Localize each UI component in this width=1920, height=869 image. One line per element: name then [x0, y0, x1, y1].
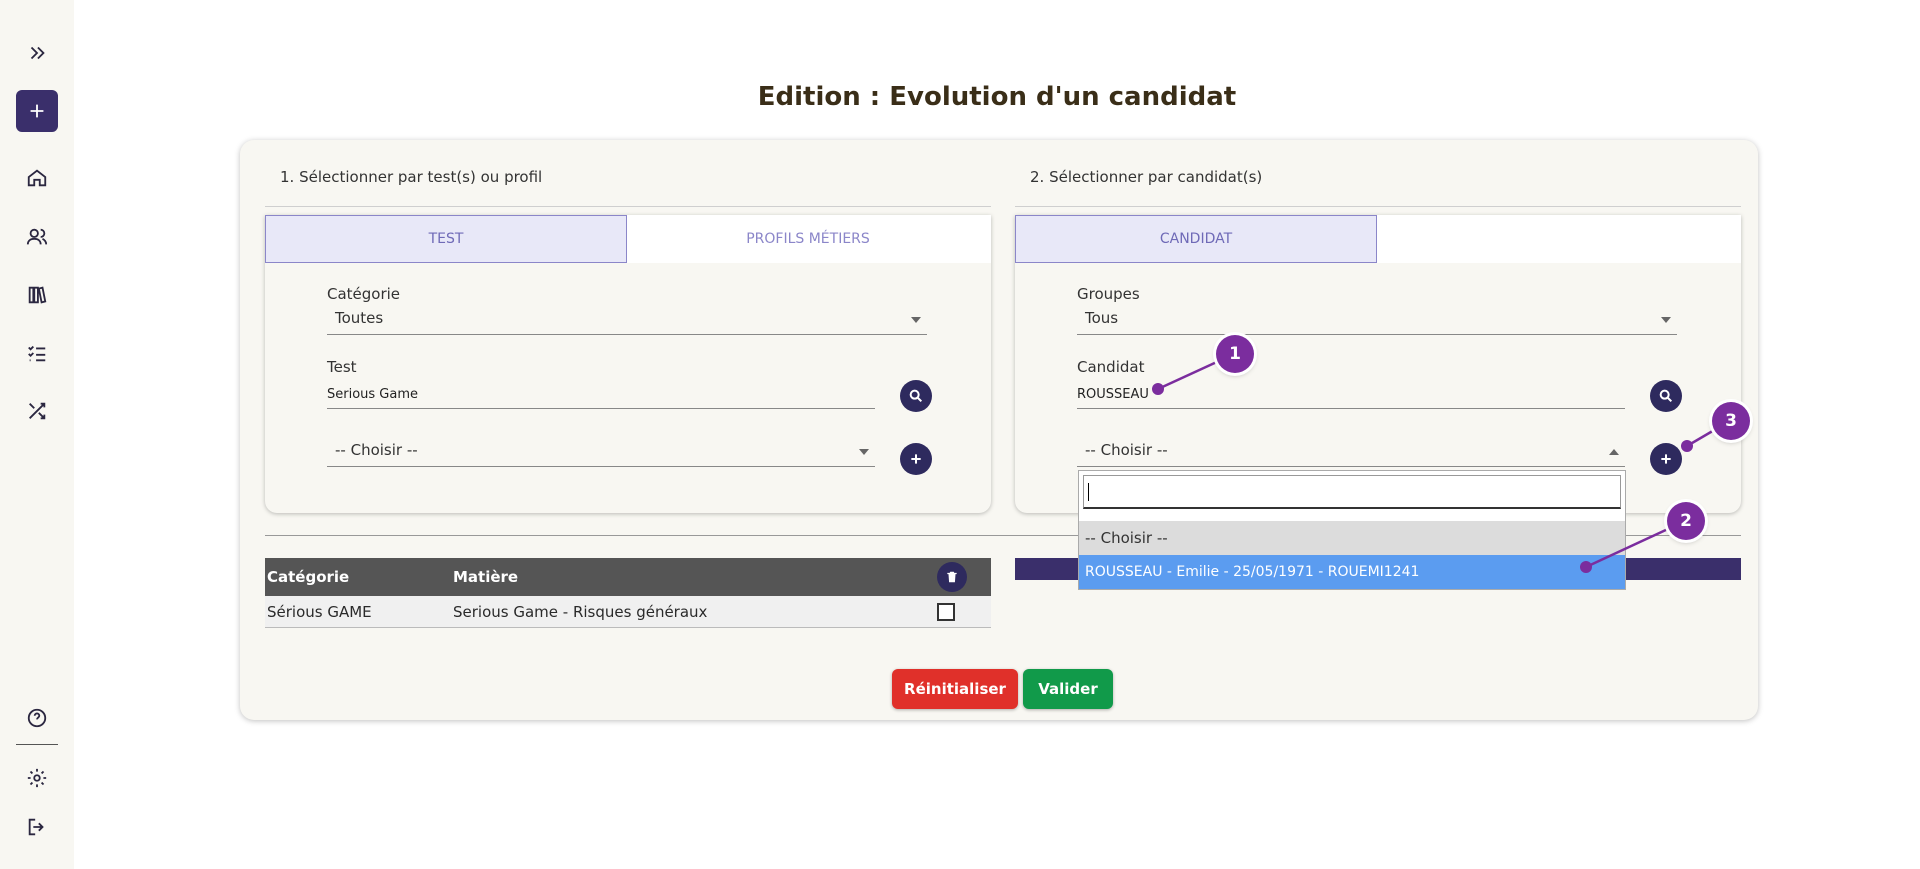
test-input[interactable]: Serious Game — [327, 381, 875, 409]
candidate-label: Candidat — [1077, 358, 1145, 376]
table-row: Sérious GAME Serious Game - Risques géné… — [265, 596, 991, 628]
page-title: Edition : Evolution d'un candidat — [757, 82, 1237, 112]
plus-icon — [911, 454, 921, 464]
candidate-input[interactable]: ROUSSEAU — [1077, 381, 1625, 409]
test-label: Test — [327, 358, 357, 376]
row-subject: Serious Game - Risques généraux — [453, 602, 708, 621]
shuffle-icon[interactable] — [16, 390, 58, 432]
candidate-choose-select[interactable]: -- Choisir -- — [1077, 441, 1625, 467]
caret-down-icon — [911, 317, 921, 323]
delete-button[interactable] — [937, 562, 967, 592]
section-label-test: 1. Sélectionner par test(s) ou profil — [280, 168, 543, 186]
caret-down-icon — [1661, 317, 1671, 323]
annotation-marker-2: 2 — [1667, 502, 1705, 540]
test-choose-select[interactable]: -- Choisir -- — [327, 441, 875, 467]
plus-icon — [1661, 454, 1671, 464]
category-value: Toutes — [335, 309, 384, 327]
reset-button[interactable]: Réinitialiser — [892, 669, 1018, 709]
annotation-marker-3: 3 — [1712, 402, 1750, 440]
groups-value: Tous — [1085, 309, 1119, 327]
groups-select[interactable]: Tous — [1077, 309, 1677, 335]
candidate-dropdown: -- Choisir -- ROUSSEAU - Emilie - 25/05/… — [1078, 470, 1626, 590]
search-icon — [1659, 389, 1673, 403]
checklist-icon[interactable] — [16, 332, 58, 374]
main-card: 1. Sélectionner par test(s) ou profil 2.… — [240, 140, 1758, 720]
home-icon[interactable] — [16, 157, 58, 199]
tab-test[interactable]: TEST — [265, 215, 627, 263]
trash-icon — [947, 571, 957, 583]
test-search-button[interactable] — [900, 380, 932, 412]
selection-table: Catégorie Matière Sérious GAME Serious G… — [265, 558, 991, 628]
column-header-category: Catégorie — [267, 568, 350, 586]
test-choose-value: -- Choisir -- — [335, 441, 418, 459]
section-label-candidate: 2. Sélectionner par candidat(s) — [1030, 168, 1263, 186]
groups-label: Groupes — [1077, 285, 1140, 303]
logout-icon[interactable] — [16, 806, 58, 848]
users-icon[interactable] — [16, 216, 58, 258]
column-header-subject: Matière — [453, 568, 519, 586]
dropdown-option-placeholder[interactable]: -- Choisir -- — [1079, 521, 1625, 555]
caret-up-icon — [1609, 449, 1619, 455]
candidate-tabs: CANDIDAT — [1015, 215, 1741, 263]
candidate-choose-value: -- Choisir -- — [1085, 441, 1168, 459]
plus-icon[interactable] — [16, 90, 58, 132]
search-icon — [909, 389, 923, 403]
validate-button[interactable]: Valider — [1023, 669, 1113, 709]
dropdown-option-rousseau[interactable]: ROUSSEAU - Emilie - 25/05/1971 - ROUEMI1… — [1079, 555, 1625, 589]
text-cursor — [1088, 483, 1089, 501]
sidebar — [0, 0, 74, 869]
library-icon[interactable] — [16, 274, 58, 316]
tab-candidat[interactable]: CANDIDAT — [1015, 215, 1377, 263]
caret-down-icon — [859, 449, 869, 455]
table-header: Catégorie Matière — [265, 558, 991, 596]
category-select[interactable]: Toutes — [327, 309, 927, 335]
add-test-button[interactable] — [900, 443, 932, 475]
test-tabs: TEST PROFILS MÉTIERS — [265, 215, 991, 263]
category-label: Catégorie — [327, 285, 401, 303]
candidate-search-button[interactable] — [1650, 380, 1682, 412]
tab-profils-metiers[interactable]: PROFILS MÉTIERS — [627, 215, 989, 263]
divider — [265, 206, 991, 207]
test-panel: TEST PROFILS MÉTIERS Catégorie Toutes Te… — [265, 215, 991, 513]
double-chevron-right-icon[interactable] — [16, 32, 58, 74]
row-checkbox[interactable] — [937, 603, 955, 621]
gear-icon[interactable] — [16, 757, 58, 799]
divider — [1015, 206, 1741, 207]
add-candidate-button[interactable] — [1650, 443, 1682, 475]
annotation-marker-1: 1 — [1216, 335, 1254, 373]
candidate-panel: CANDIDAT Groupes Tous Candidat ROUSSEAU … — [1015, 215, 1741, 513]
sidebar-divider — [16, 744, 58, 745]
help-icon[interactable] — [16, 697, 58, 739]
row-category: Sérious GAME — [267, 602, 372, 621]
dropdown-search-input[interactable] — [1083, 475, 1621, 509]
